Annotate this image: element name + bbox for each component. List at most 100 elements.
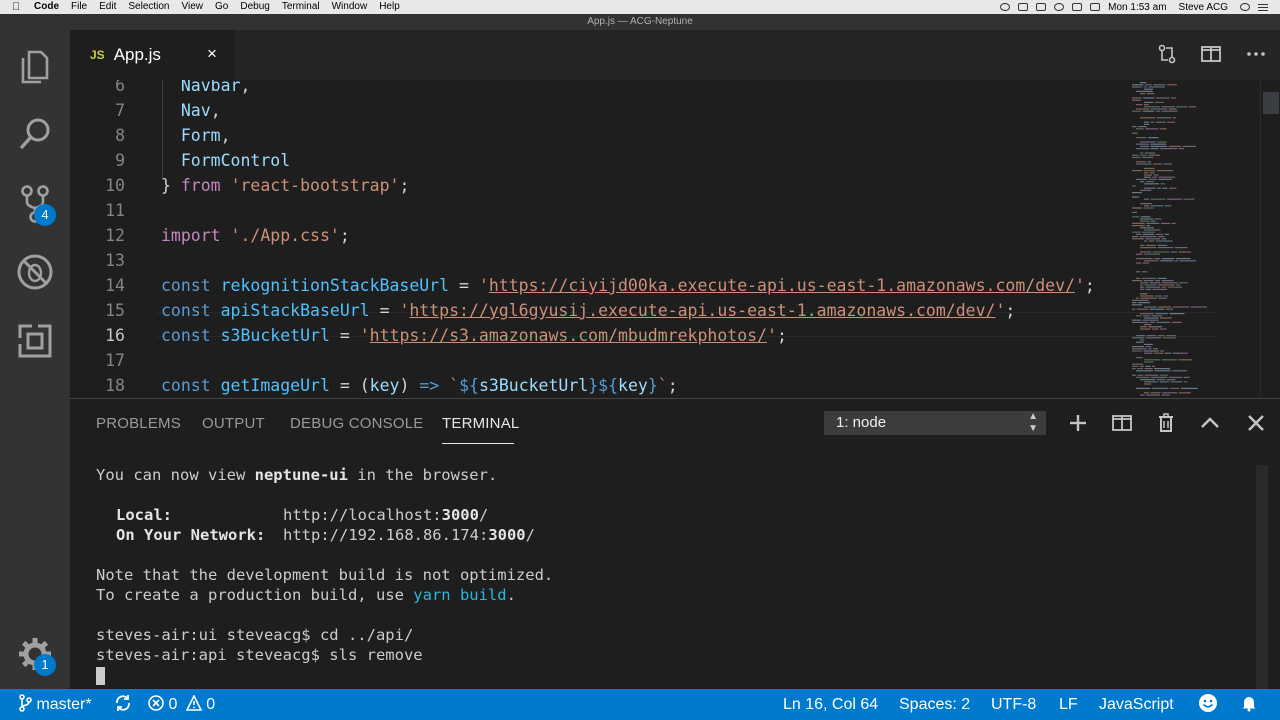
window-title: App.js — ACG-Neptune: [0, 14, 1280, 30]
terminal-line: You can now view neptune-ui in the brows…: [96, 466, 498, 484]
terminal-line: Local:: [116, 505, 172, 525]
debug-icon: [17, 254, 53, 290]
code-line: 12 import './App.css';: [70, 223, 1130, 248]
chevron-up-icon[interactable]: [1200, 413, 1220, 433]
sync-button[interactable]: [114, 689, 132, 720]
tab-app-js[interactable]: JS App.js ×: [70, 30, 235, 80]
line-content: FormControl: [180, 151, 291, 170]
spotlight-icon[interactable]: [1240, 3, 1250, 11]
bottom-panel: PROBLEMS OUTPUT DEBUG CONSOLE TERMINAL 1…: [70, 398, 1280, 689]
line-content: const getImageUrl = (key) => `${s3Bucket…: [161, 376, 678, 395]
code-line: 16 const s3BucketUrl = 'https://s3.amazon…: [70, 323, 1130, 348]
terminal-scrollbar[interactable]: [1256, 465, 1268, 689]
indentation[interactable]: Spaces: 2: [899, 689, 970, 720]
line-number: 12: [105, 226, 125, 245]
code-line: 18 const getImageUrl = (key) => `${s3Buck…: [70, 373, 1130, 398]
code-line: 13: [70, 248, 1130, 273]
activity-search[interactable]: [0, 104, 70, 164]
line-content: const rekognitionStackBaseUrl = 'https:/…: [161, 276, 1095, 295]
trash-icon[interactable]: [1156, 413, 1176, 433]
editor-scrollbar-thumb[interactable]: [1263, 92, 1279, 114]
camera-icon[interactable]: [1018, 3, 1029, 11]
close-icon[interactable]: ×: [207, 44, 217, 64]
code-line: 8 Form,: [70, 123, 1130, 148]
code-line: 14 const rekognitionStackBaseUrl = 'https…: [70, 273, 1130, 298]
close-panel-icon[interactable]: [1246, 413, 1266, 433]
branch-name: master*: [36, 696, 92, 713]
apple-icon[interactable]: : [12, 0, 22, 14]
line-number: 16: [105, 326, 125, 345]
wifi-icon[interactable]: [1054, 3, 1065, 11]
editor-tab-bar: JS App.js ×: [70, 30, 1280, 80]
menu-view[interactable]: View: [182, 0, 204, 14]
line-number: 17: [105, 351, 125, 370]
terminal-line: http://192.168.86.174:3000/: [283, 526, 535, 544]
menubar-clock[interactable]: Mon 1:53 am: [1108, 2, 1166, 13]
code-line: 7 Nav,: [70, 98, 1130, 123]
code-line: 11: [70, 198, 1130, 223]
menu-selection[interactable]: Selection: [128, 0, 169, 14]
activity-debug[interactable]: [0, 242, 70, 302]
code-editor[interactable]: 6 Navbar, 7 Nav, 8 Form, 9 FormControl 10} f…: [70, 80, 1280, 398]
volume-icon[interactable]: [1072, 3, 1083, 11]
code-line: 10} from 'react-bootstrap';: [70, 173, 1130, 198]
open-changes-icon[interactable]: [1157, 44, 1177, 64]
status-bar: master* 0 0 Ln 16, Col 64 Spaces: 2 UTF-…: [0, 689, 1280, 720]
notifications-button[interactable]: [1240, 689, 1258, 720]
menu-app-code[interactable]: Code: [34, 0, 59, 14]
terminal-line: steves-air:api steveacg$ sls remove: [96, 646, 423, 664]
terminal-line: To create a production build, use yarn b…: [96, 586, 516, 604]
line-number: 15: [105, 301, 125, 320]
feedback-button[interactable]: [1198, 689, 1218, 720]
line-number: 10: [105, 176, 125, 195]
select-arrows-icon: ▲ ▼: [1028, 411, 1038, 434]
end-of-line[interactable]: LF: [1059, 689, 1078, 720]
menu-terminal[interactable]: Terminal: [282, 0, 320, 14]
split-editor-icon[interactable]: [1201, 44, 1221, 64]
activity-settings[interactable]: 1: [0, 624, 70, 684]
activity-extensions[interactable]: [0, 311, 70, 371]
code-line: 17: [70, 348, 1130, 373]
menu-edit[interactable]: Edit: [99, 0, 116, 14]
tab-problems[interactable]: PROBLEMS: [96, 415, 181, 432]
settings-badge: 1: [34, 654, 56, 676]
js-file-icon: JS: [90, 48, 105, 62]
terminal-line: On Your Network:: [116, 525, 265, 545]
notification-center-icon[interactable]: [1258, 3, 1268, 11]
minimap[interactable]: [1130, 80, 1260, 398]
line-number: 14: [105, 276, 125, 295]
code-line: 9 FormControl: [70, 148, 1130, 173]
line-number: 13: [105, 251, 125, 270]
editor-scrollbar[interactable]: [1260, 80, 1280, 398]
sound-icon[interactable]: [1036, 3, 1047, 11]
network-label: On Your Network:: [116, 526, 266, 544]
more-actions-icon[interactable]: [1246, 44, 1266, 64]
cursor-position[interactable]: Ln 16, Col 64: [783, 689, 878, 720]
sync-icon: [116, 695, 130, 711]
encoding[interactable]: UTF-8: [991, 689, 1036, 720]
menu-window[interactable]: Window: [332, 0, 368, 14]
error-icon: [148, 695, 164, 711]
tab-debug-console[interactable]: DEBUG CONSOLE: [290, 415, 423, 432]
menubar-user[interactable]: Steve ACG: [1179, 2, 1228, 13]
terminal-select[interactable]: 1: node ▲ ▼: [824, 411, 1046, 435]
tab-terminal[interactable]: TERMINAL: [442, 415, 519, 432]
branch-indicator[interactable]: master*: [18, 689, 92, 720]
menu-debug[interactable]: Debug: [240, 0, 269, 14]
line-number: 7: [115, 101, 125, 120]
line-content: Navbar,: [180, 80, 251, 95]
local-label: Local:: [116, 506, 172, 524]
menu-go[interactable]: Go: [215, 0, 228, 14]
split-terminal-icon[interactable]: [1112, 413, 1132, 433]
menu-help[interactable]: Help: [379, 0, 400, 14]
language-mode[interactable]: JavaScript: [1099, 689, 1174, 720]
recording-icon[interactable]: [1000, 3, 1011, 11]
problems-indicator[interactable]: 0 0: [148, 689, 215, 720]
plus-icon[interactable]: [1068, 413, 1088, 433]
menu-file[interactable]: File: [71, 0, 87, 14]
tab-output[interactable]: OUTPUT: [202, 415, 265, 432]
battery-icon[interactable]: [1090, 3, 1101, 11]
line-number: 9: [115, 151, 125, 170]
activity-source-control[interactable]: 4: [0, 174, 70, 234]
activity-explorer[interactable]: [0, 36, 70, 96]
